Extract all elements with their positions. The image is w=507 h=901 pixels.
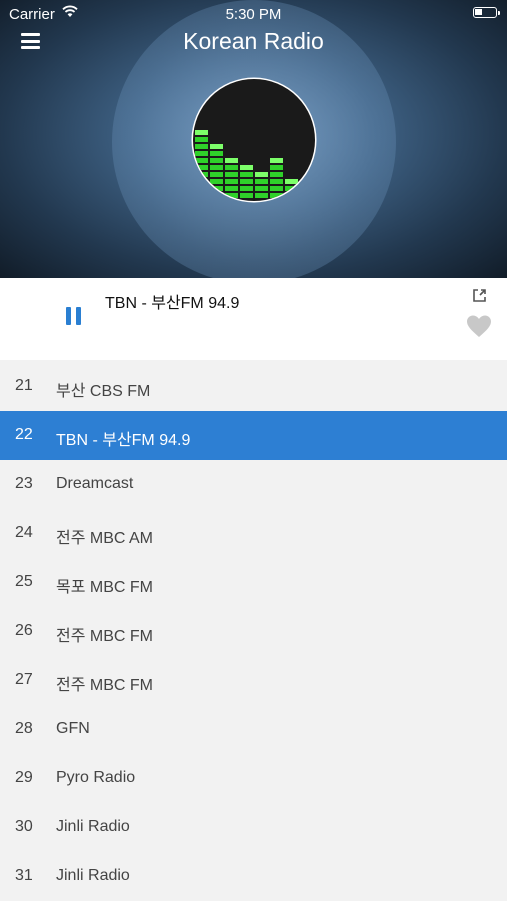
now-playing-title: TBN - 부산FM 94.9 bbox=[105, 295, 240, 312]
pause-icon[interactable] bbox=[66, 307, 82, 325]
station-number: 28 bbox=[15, 720, 33, 737]
station-name: GFN bbox=[56, 720, 90, 737]
station-row[interactable]: 28 GFN bbox=[0, 705, 507, 754]
station-number: 24 bbox=[15, 524, 33, 541]
status-bar: Carrier 5:30 PM bbox=[0, 0, 507, 26]
header: Carrier 5:30 PM Korean Radio bbox=[0, 0, 507, 278]
station-number: 21 bbox=[15, 377, 33, 394]
heart-icon[interactable] bbox=[466, 314, 492, 338]
station-artwork bbox=[193, 79, 315, 201]
share-icon[interactable] bbox=[472, 288, 487, 303]
station-number: 25 bbox=[15, 573, 33, 590]
station-row[interactable]: 23 Dreamcast bbox=[0, 460, 507, 509]
station-name: Pyro Radio bbox=[56, 769, 136, 786]
station-row[interactable]: 21 부산 CBS FM bbox=[0, 362, 507, 411]
station-name: Jinli Radio bbox=[56, 818, 130, 835]
station-row[interactable]: 27 전주 MBC FM bbox=[0, 656, 507, 705]
station-row[interactable]: 30 Jinli Radio bbox=[0, 803, 507, 852]
station-number: 29 bbox=[15, 769, 33, 786]
station-name: 전주 MBC FM bbox=[56, 677, 153, 694]
station-number: 31 bbox=[15, 867, 33, 884]
station-row[interactable]: 26 전주 MBC FM bbox=[0, 607, 507, 656]
station-name: 목포 MBC FM bbox=[56, 579, 153, 596]
station-number: 30 bbox=[15, 818, 33, 835]
station-name: 전주 MBC AM bbox=[56, 530, 154, 547]
station-number: 27 bbox=[15, 671, 33, 688]
station-row[interactable]: 31 Jinli Radio bbox=[0, 852, 507, 901]
battery-icon bbox=[473, 7, 500, 18]
station-name: TBN - 부산FM 94.9 bbox=[56, 432, 191, 449]
station-name: Dreamcast bbox=[56, 475, 134, 492]
station-number: 23 bbox=[15, 475, 33, 492]
station-row[interactable]: 29 Pyro Radio bbox=[0, 754, 507, 803]
station-list: 21 부산 CBS FM 22 TBN - 부산FM 94.9 23 Dreamcast 2… bbox=[0, 362, 507, 901]
station-name: 전주 MBC FM bbox=[56, 628, 153, 645]
equalizer-icon bbox=[195, 130, 313, 198]
station-row[interactable]: 24 전주 MBC AM bbox=[0, 509, 507, 558]
clock: 5:30 PM bbox=[225, 6, 282, 23]
station-row[interactable]: 25 목포 MBC FM bbox=[0, 558, 507, 607]
app-title: Korean Radio bbox=[183, 28, 324, 54]
station-row[interactable]: 22 TBN - 부산FM 94.9 bbox=[0, 411, 507, 460]
station-number: 22 bbox=[15, 426, 33, 443]
station-name: 부산 CBS FM bbox=[56, 383, 151, 400]
now-playing-bar: TBN - 부산FM 94.9 bbox=[0, 278, 507, 360]
station-number: 26 bbox=[15, 622, 33, 639]
station-name: Jinli Radio bbox=[56, 867, 130, 884]
